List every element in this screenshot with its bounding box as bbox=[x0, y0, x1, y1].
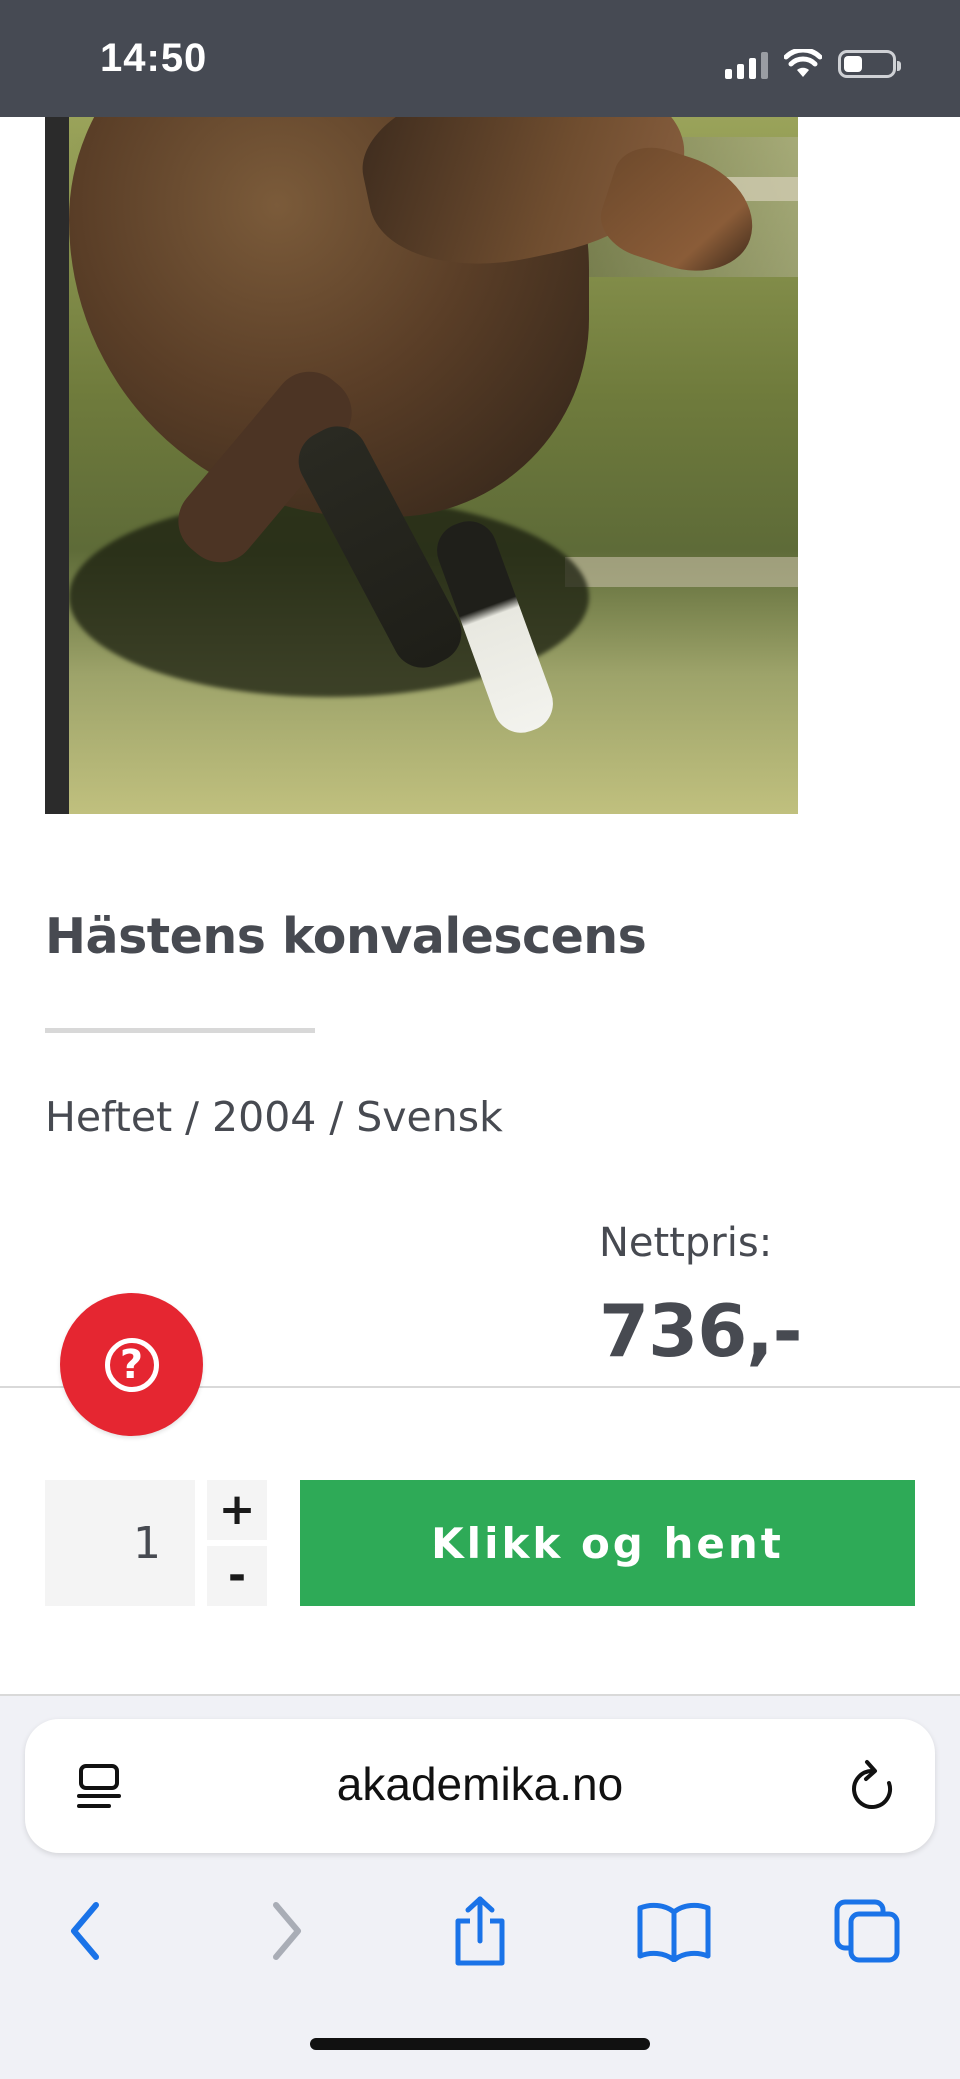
tabs-icon[interactable] bbox=[828, 1896, 908, 1966]
url-text[interactable]: akademika.no bbox=[25, 1757, 935, 1811]
status-icons bbox=[725, 44, 901, 84]
reload-icon[interactable] bbox=[847, 1759, 897, 1813]
click-and-collect-button[interactable]: Klikk og hent bbox=[300, 1480, 915, 1606]
back-icon[interactable] bbox=[46, 1896, 126, 1966]
product-meta: Heftet / 2004 / Svensk bbox=[45, 1093, 503, 1141]
question-icon: ? bbox=[104, 1337, 159, 1392]
quantity-increase-button[interactable]: + bbox=[207, 1480, 267, 1540]
product-title: Hästens konvalescens bbox=[45, 908, 647, 965]
forward-icon[interactable] bbox=[246, 1896, 326, 1966]
title-divider bbox=[45, 1028, 315, 1033]
price-value: 736,- bbox=[599, 1289, 803, 1373]
status-bar: 14:50 bbox=[0, 0, 960, 117]
address-bar[interactable]: akademika.no bbox=[25, 1719, 935, 1853]
battery-icon bbox=[838, 50, 901, 78]
quantity-decrease-button[interactable]: - bbox=[207, 1546, 267, 1606]
cellular-signal-icon bbox=[725, 49, 768, 79]
help-button[interactable]: ? bbox=[60, 1293, 203, 1436]
product-cover-image bbox=[45, 117, 798, 814]
price-label: Nettpris: bbox=[599, 1220, 773, 1266]
wifi-icon bbox=[784, 49, 822, 77]
quantity-input[interactable] bbox=[45, 1480, 195, 1606]
home-indicator[interactable] bbox=[310, 2038, 650, 2050]
bookmarks-icon[interactable] bbox=[634, 1896, 714, 1966]
browser-chrome: akademika.no bbox=[0, 1696, 960, 2079]
share-icon[interactable] bbox=[440, 1896, 520, 1966]
status-time: 14:50 bbox=[100, 36, 208, 80]
